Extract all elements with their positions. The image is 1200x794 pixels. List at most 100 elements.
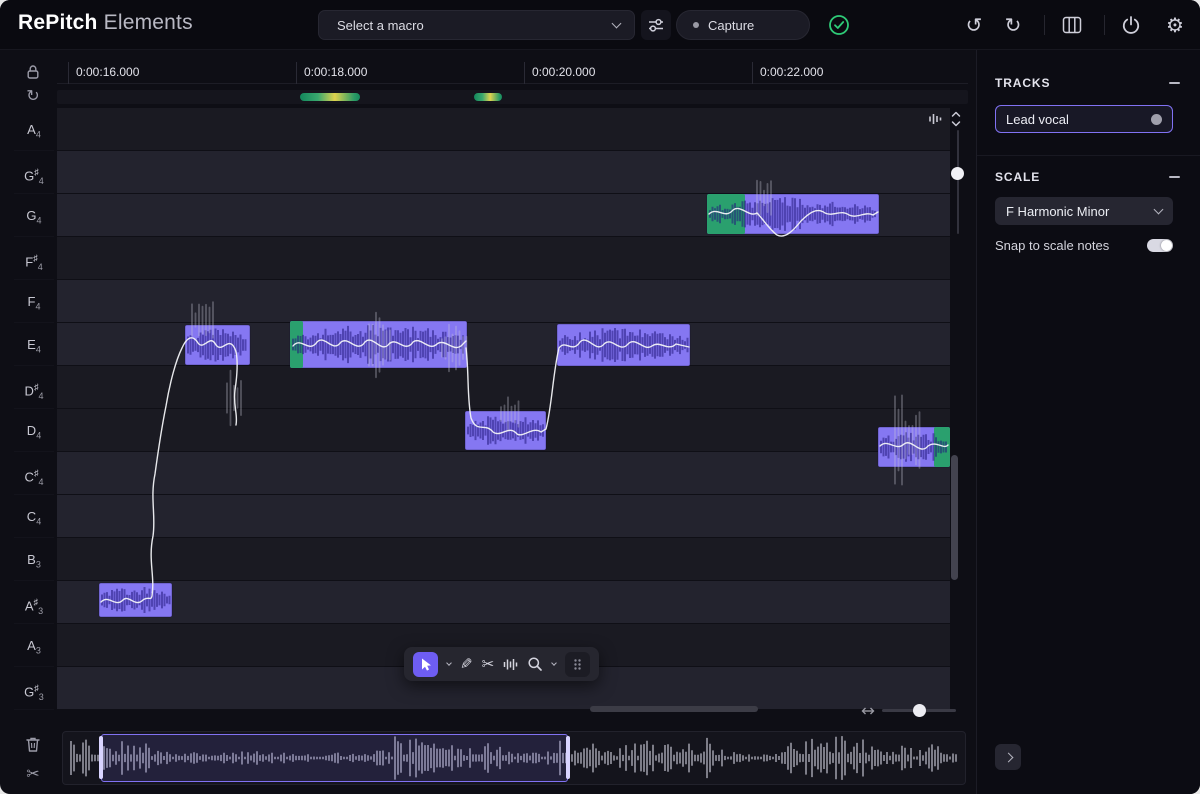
capture-status [828,14,850,36]
macro-dropdown[interactable]: Select a macro [318,10,635,40]
vertical-zoom-handle[interactable] [951,167,964,180]
toolbar-separator [1104,15,1105,35]
collapse-scale-icon[interactable] [1169,176,1180,178]
draw-tool-button[interactable]: ✎ [460,652,473,677]
redo-button[interactable]: ↻ [999,0,1027,50]
selection-right-handle[interactable] [566,736,570,779]
macro-placeholder: Select a macro [337,18,424,33]
note-block[interactable] [707,194,879,234]
note-label-Fs4: F♯4 [14,237,54,280]
waveform-icon [928,112,943,126]
scale-dropdown[interactable]: F Harmonic Minor [995,197,1173,225]
app-title: RePitch Elements [18,11,193,35]
app-window: RePitch Elements Select a macro Capture [0,0,1200,794]
expand-panel-button[interactable] [995,744,1021,770]
track-item-lead-vocal[interactable]: Lead vocal [995,105,1173,133]
select-tool-button[interactable] [413,652,438,677]
horizontal-scrollbar-thumb[interactable] [590,706,758,712]
pitch-canvas [57,108,950,710]
magnifier-icon [527,656,543,672]
tool-chevron-icon [446,660,452,666]
vertical-expand-button[interactable] [950,111,962,127]
selection-left-handle[interactable] [99,736,103,779]
audio-overview[interactable] [62,731,966,785]
capture-strip [57,90,968,104]
zoom-slider-handle[interactable] [913,704,926,717]
note-label-column: A4G♯4G4F♯4F4E4D♯4D4C♯4C4B3A♯3A3G♯3 [14,108,54,710]
chevron-down-icon [612,19,622,29]
ruler-tick [68,62,69,84]
warp-tool-button[interactable] [503,652,518,677]
ruler-time-label: 0:00:20.000 [532,65,595,79]
tools-toolbar: ✎ ✂ [404,647,599,681]
lock-button[interactable] [20,61,46,83]
vertical-scrollbar-thumb[interactable] [951,455,958,580]
note-label-A4: A4 [14,108,54,151]
pitch-curve [101,208,948,602]
ruler-time-label: 0:00:18.000 [304,65,367,79]
scale-chevron-icon [1154,205,1164,215]
ruler-time-label: 0:00:16.000 [76,65,139,79]
note-block[interactable] [185,325,250,365]
collapse-tracks-icon[interactable] [1169,82,1180,84]
zoom-tool-button[interactable] [527,652,543,677]
top-bar: RePitch Elements Select a macro Capture [0,0,1200,50]
snap-label: Snap to scale notes [995,238,1109,253]
pitch-grid[interactable] [57,108,950,710]
note-label-Ds4: D♯4 [14,366,54,409]
scale-section-header: SCALE [995,170,1040,184]
scissors-icon: ✂ [482,655,495,673]
note-label-Gs3: G♯3 [14,667,54,710]
loop-icon: ↻ [26,86,39,106]
settings-button[interactable]: ⚙ [1161,0,1189,50]
waveform-display-button[interactable] [928,112,943,126]
grip-dots-icon [573,658,582,671]
note-label-G4: G4 [14,194,54,237]
power-button[interactable] [1117,0,1145,50]
lock-icon [25,64,41,80]
ruler-tick [752,62,753,84]
panel-layout-button[interactable] [1058,0,1086,50]
cut-tool-button[interactable]: ✂ [482,652,495,677]
scissors-icon: ✂ [26,764,39,784]
undo-button[interactable]: ↺ [960,0,988,50]
tracks-section-header: TRACKS [995,76,1050,90]
redo-icon: ↻ [1005,13,1022,38]
undo-icon: ↺ [966,13,983,38]
power-icon [1121,15,1141,35]
horizontal-arrows-icon [861,705,875,717]
note-label-Cs4: C♯4 [14,452,54,495]
macro-settings-button[interactable] [641,10,671,40]
cut-button[interactable]: ✂ [20,763,46,785]
chevron-right-icon [1003,752,1013,762]
vertical-zoom-track[interactable] [957,130,959,234]
snap-setting-row: Snap to scale notes [995,238,1173,253]
trash-icon [25,736,41,753]
toggle-knob [1161,240,1172,251]
snap-toggle[interactable] [1147,239,1173,252]
brand-light: Elements [98,11,193,34]
capture-button[interactable]: Capture [676,10,810,40]
up-down-arrows-icon [950,111,962,127]
note-label-E4: E4 [14,323,54,366]
capture-segment [300,93,360,101]
note-label-C4: C4 [14,495,54,538]
delete-button[interactable] [20,733,46,755]
timeline-ruler[interactable]: 0:00:16.000 0:00:18.000 0:00:20.000 0:00:22… [57,62,968,84]
toolbar-separator [1044,15,1045,35]
sliders-icon [647,16,665,34]
overview-selection[interactable] [101,734,568,782]
ruler-time-label: 0:00:22.000 [760,65,823,79]
loop-button[interactable]: ↻ [20,85,46,107]
note-label-D4: D4 [14,409,54,452]
capture-dot-icon [693,22,699,28]
capture-segment [474,93,502,101]
waveform-tool-icon [503,657,518,672]
capture-label: Capture [708,18,754,33]
track-radio-icon[interactable] [1151,114,1162,125]
note-block[interactable] [878,427,950,467]
zoom-fit-button[interactable] [861,705,875,717]
track-name: Lead vocal [1006,112,1069,127]
toolbar-drag-handle[interactable] [565,652,590,677]
zoom-tool-chevron-icon [551,660,557,666]
